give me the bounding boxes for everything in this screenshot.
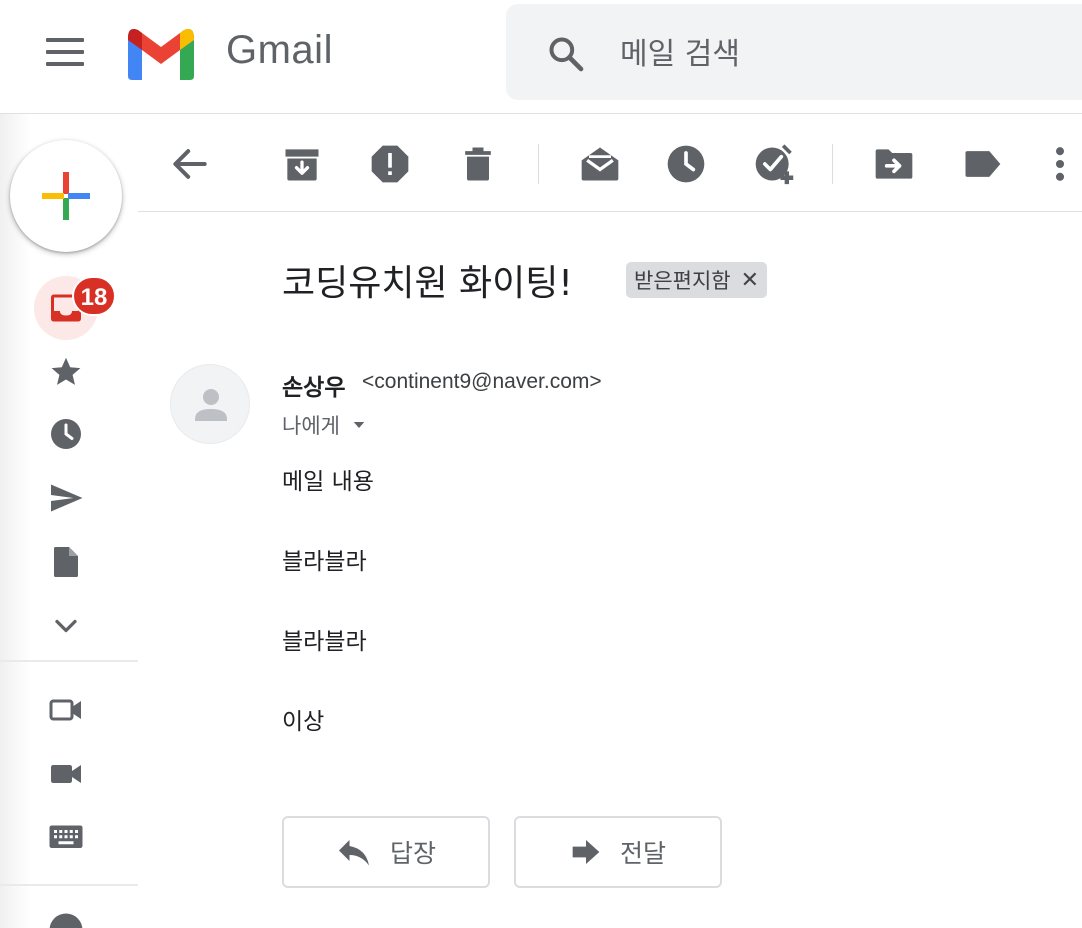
chevron-down-icon bbox=[55, 619, 77, 633]
message-body-line: 메일 내용 bbox=[282, 469, 374, 495]
add-task-icon bbox=[755, 144, 794, 185]
message-body-line: 블라블라 bbox=[282, 549, 367, 575]
video-icon bbox=[51, 765, 81, 783]
reply-label: 답장 bbox=[389, 839, 436, 868]
move-to-folder-icon bbox=[875, 149, 913, 179]
back-button[interactable] bbox=[168, 142, 212, 186]
sender-email: <continent9@naver.com> bbox=[362, 370, 602, 393]
nav-drafts[interactable] bbox=[36, 532, 96, 592]
menu-icon-bar bbox=[46, 38, 84, 42]
nav-sent[interactable] bbox=[36, 468, 96, 528]
sender-avatar[interactable] bbox=[170, 364, 250, 444]
unread-count-badge: 18 bbox=[72, 276, 116, 316]
rail-shadow bbox=[0, 114, 30, 928]
nav-more[interactable] bbox=[36, 596, 96, 656]
message-subject: 코딩유치원 화이팅! bbox=[282, 263, 573, 304]
toolbar-separator bbox=[832, 144, 833, 184]
forward-icon bbox=[572, 840, 600, 864]
sender-name[interactable]: 손상우 bbox=[282, 368, 345, 402]
nav-starred[interactable] bbox=[36, 342, 96, 402]
inbox-label-chip: 받은편지함 ✕ bbox=[626, 262, 768, 298]
remove-label-icon[interactable]: ✕ bbox=[741, 268, 759, 293]
menu-icon-bar bbox=[46, 62, 84, 66]
nav-account[interactable] bbox=[36, 900, 96, 928]
nav-keyboard[interactable] bbox=[36, 806, 96, 866]
send-icon bbox=[51, 484, 83, 512]
add-to-tasks-button[interactable] bbox=[752, 142, 796, 186]
keyboard-icon bbox=[49, 825, 83, 848]
forward-button[interactable]: 전달 bbox=[514, 816, 722, 888]
more-vert-icon bbox=[1055, 147, 1065, 181]
mail-open-icon bbox=[581, 147, 619, 181]
move-to-button[interactable] bbox=[872, 142, 916, 186]
recipient-details-toggle[interactable]: 나에게 bbox=[282, 410, 368, 440]
menu-icon-bar bbox=[46, 50, 84, 54]
clock-icon bbox=[667, 145, 705, 183]
caret-down-icon bbox=[353, 422, 365, 428]
reply-icon bbox=[338, 840, 369, 866]
trash-icon bbox=[465, 147, 491, 181]
star-icon bbox=[51, 357, 81, 385]
recipient-text: 나에게 bbox=[282, 414, 340, 438]
label-chip-text: 받은편지함 bbox=[634, 269, 731, 293]
message-body-line: 이상 bbox=[282, 709, 325, 735]
nav-join-meeting[interactable] bbox=[36, 744, 96, 804]
draft-icon bbox=[54, 547, 78, 577]
message-toolbar bbox=[138, 114, 1082, 212]
snooze-button[interactable] bbox=[664, 142, 708, 186]
video-outline-icon bbox=[49, 699, 81, 721]
nav-new-meeting[interactable] bbox=[36, 680, 96, 740]
mark-unread-button[interactable] bbox=[578, 142, 622, 186]
rail-divider bbox=[0, 884, 138, 886]
search-icon[interactable] bbox=[546, 34, 586, 74]
clock-icon bbox=[51, 419, 81, 449]
nav-snoozed[interactable] bbox=[36, 404, 96, 464]
arrow-back-icon bbox=[173, 149, 207, 179]
search-input[interactable] bbox=[620, 30, 1020, 78]
compose-button[interactable] bbox=[10, 140, 122, 252]
rail-divider bbox=[0, 660, 138, 662]
search-bar bbox=[506, 4, 1082, 100]
toolbar-separator bbox=[538, 144, 539, 184]
archive-icon bbox=[285, 149, 319, 181]
plus-icon bbox=[42, 172, 90, 220]
reply-button[interactable]: 답장 bbox=[282, 816, 490, 888]
more-options-button[interactable] bbox=[1048, 142, 1072, 186]
app-name: Gmail bbox=[226, 28, 333, 72]
message-body-line: 블라블라 bbox=[282, 629, 367, 655]
report-spam-button[interactable] bbox=[368, 142, 412, 186]
label-button[interactable] bbox=[960, 142, 1004, 186]
person-icon bbox=[195, 389, 227, 421]
main-menu-button[interactable] bbox=[46, 38, 86, 68]
report-icon bbox=[371, 145, 409, 183]
archive-button[interactable] bbox=[280, 142, 324, 186]
delete-button[interactable] bbox=[456, 142, 500, 186]
account-icon bbox=[49, 913, 83, 928]
label-icon bbox=[965, 151, 1001, 177]
header: Gmail bbox=[0, 0, 1082, 114]
gmail-logo-icon[interactable] bbox=[124, 24, 198, 80]
forward-label: 전달 bbox=[619, 839, 666, 868]
